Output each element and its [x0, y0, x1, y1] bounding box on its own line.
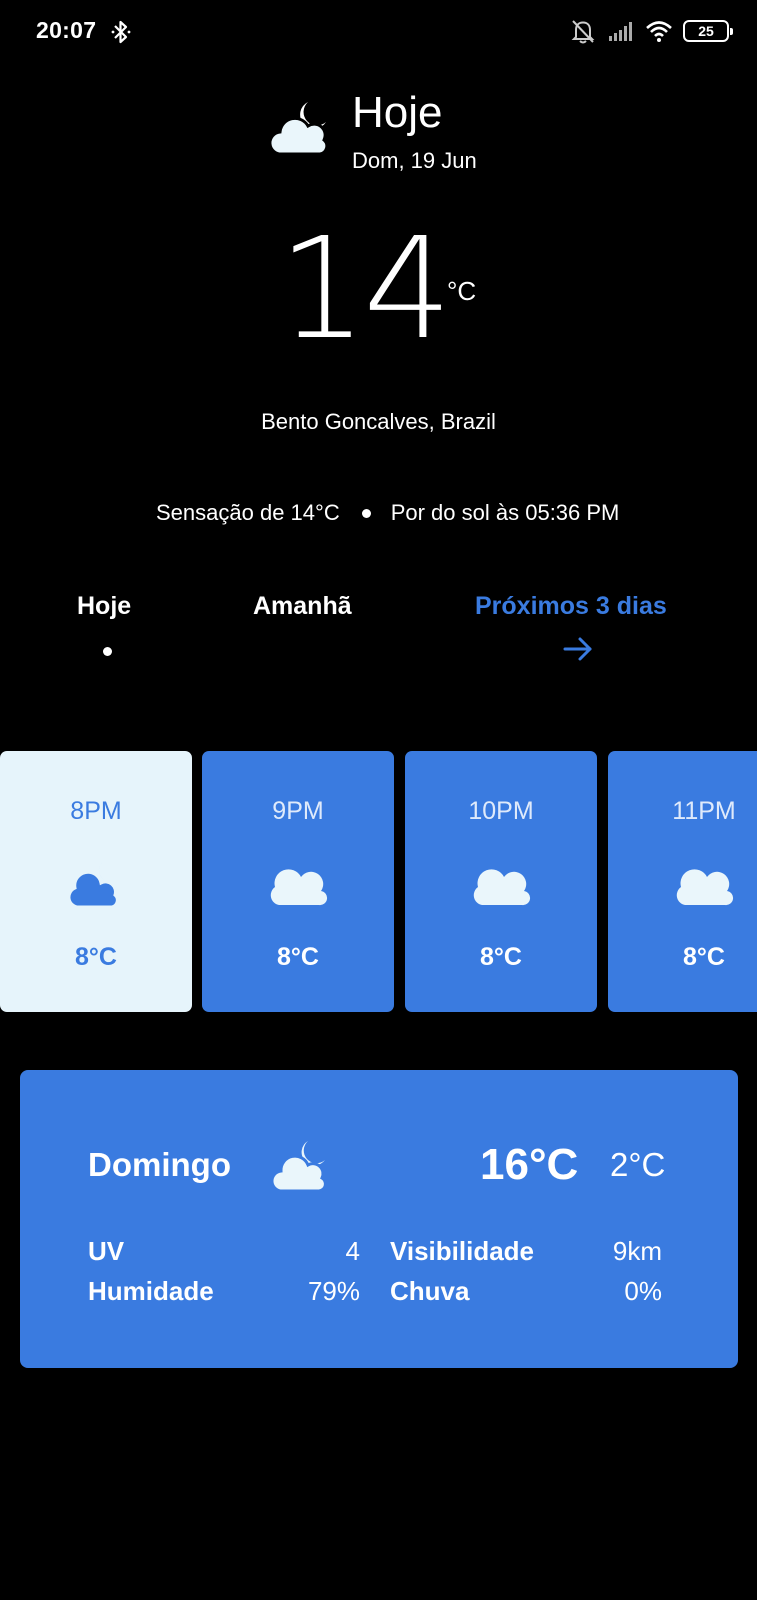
hour-temperature: 8°C	[480, 943, 522, 971]
status-time: 20:07	[36, 17, 97, 43]
feels-like: Sensação de 14°C	[156, 500, 340, 525]
hour-card[interactable]: 10PM 8°C	[405, 751, 597, 1012]
location: Bento Goncalves, Brazil	[0, 409, 757, 435]
status-bar: 20:07 25	[0, 0, 757, 62]
tab-next-days[interactable]: Próximos 3 dias	[475, 592, 667, 621]
hour-time: 11PM	[672, 797, 736, 825]
hour-temperature: 8°C	[277, 943, 319, 971]
signal-icon	[609, 22, 632, 41]
day-max-temperature: 16°C	[480, 1140, 579, 1189]
tab-indicator	[103, 647, 112, 656]
hour-time: 9PM	[272, 797, 324, 825]
cloud-icon	[676, 869, 734, 906]
day-min-temperature: 2°C	[610, 1146, 666, 1183]
cloud-icon	[473, 869, 531, 906]
visibility-value: 9km	[612, 1236, 662, 1266]
tab-today[interactable]: Hoje	[77, 592, 131, 621]
rain-label: Chuva	[390, 1276, 470, 1306]
humidity-label: Humidade	[88, 1276, 214, 1306]
bluetooth-icon	[111, 20, 131, 44]
bell-off-icon	[571, 20, 595, 44]
hour-temperature: 8°C	[683, 943, 725, 971]
wifi-icon	[646, 21, 672, 42]
hourly-forecast[interactable]: 8PM 8°C 9PM 8°C 10PM 8°C 11PM 8°C	[0, 751, 757, 1013]
hour-card[interactable]: 9PM 8°C	[202, 751, 394, 1012]
battery-icon: 25	[683, 20, 733, 42]
rain-value: 0%	[624, 1276, 662, 1306]
hour-card[interactable]: 11PM 8°C	[608, 751, 757, 1012]
visibility-label: Visibilidade	[390, 1236, 535, 1266]
arrow-right-icon[interactable]	[562, 636, 594, 662]
uv-label: UV	[88, 1236, 125, 1266]
day-summary-card[interactable]: Domingo 16°C 2°C UV 4 Humidade 79% Visib…	[20, 1070, 738, 1368]
hour-temperature: 8°C	[75, 943, 117, 971]
page-title: Hoje	[352, 88, 443, 137]
hour-time: 8PM	[70, 797, 122, 825]
humidity-value: 79%	[307, 1276, 360, 1306]
cloud-icon	[270, 869, 328, 906]
separator-dot	[361, 508, 371, 518]
battery-level: 25	[698, 23, 714, 39]
location-label: Bento Goncalves, Brazil	[261, 409, 496, 434]
cloudy-night-icon	[270, 1141, 327, 1193]
uv-value: 4	[345, 1236, 360, 1266]
current-date: Dom, 19 Jun	[352, 148, 477, 173]
hour-card[interactable]: 8PM 8°C	[0, 751, 192, 1012]
cloudy-night-icon	[268, 102, 329, 156]
day-name: Domingo	[88, 1146, 231, 1183]
tab-tomorrow[interactable]: Amanhã	[253, 592, 352, 621]
current-temperature: 14	[278, 208, 452, 371]
header: Hoje Dom, 19 Jun	[268, 88, 528, 178]
temperature-unit: °C	[447, 276, 477, 306]
hour-time: 10PM	[468, 797, 534, 825]
sunset: Por do sol às 05:36 PM	[390, 500, 620, 525]
info-row: Sensação de 14°C Por do sol às 05:36 PM	[156, 500, 619, 526]
cloudy-night-icon	[67, 861, 119, 909]
